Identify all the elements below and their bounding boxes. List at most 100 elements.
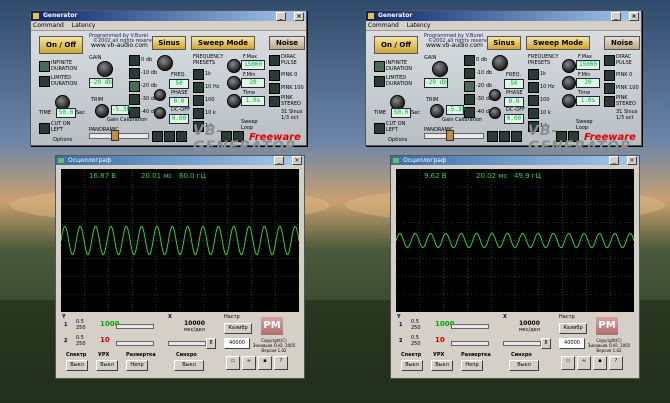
- sinus-mode-button-3[interactable]: [176, 131, 187, 142]
- sync-off-button[interactable]: Выкл: [174, 360, 204, 371]
- phase-knob[interactable]: [154, 89, 166, 101]
- dirac-pulse-button[interactable]: [604, 55, 615, 66]
- noise-button[interactable]: Noise: [269, 36, 305, 50]
- sweep-mode-button[interactable]: Sweep Mode: [191, 36, 255, 50]
- spectrum-off-button[interactable]: Выкл: [66, 360, 88, 371]
- save-icon[interactable]: ▪: [258, 356, 272, 370]
- options-button[interactable]: Options: [388, 137, 407, 143]
- chart-icon[interactable]: ≈: [577, 356, 591, 370]
- pink100-button[interactable]: [269, 83, 280, 94]
- sinus-mode-button-1[interactable]: [152, 131, 163, 142]
- sweep-time-knob[interactable]: [227, 94, 241, 108]
- panoramic-slider[interactable]: [89, 133, 149, 139]
- db-10-button[interactable]: [464, 68, 475, 79]
- db-20-button[interactable]: [129, 81, 140, 92]
- scope-minimize-icon[interactable]: _: [609, 156, 619, 165]
- fmin-knob[interactable]: [227, 76, 241, 90]
- freq-response-off-button[interactable]: Выкл: [431, 360, 453, 371]
- ch1-slider[interactable]: [451, 324, 489, 329]
- minimize-icon[interactable]: _: [276, 12, 286, 21]
- help-icon[interactable]: ?: [609, 356, 623, 370]
- freq-knob[interactable]: [492, 55, 508, 71]
- sinus-button[interactable]: Sinus: [152, 36, 186, 50]
- oscilloscope-titlebar[interactable]: Осциллограф _ ×: [56, 156, 304, 165]
- sync-off-button[interactable]: Выкл: [509, 360, 539, 371]
- ch2-slider[interactable]: [116, 341, 154, 346]
- oscilloscope-titlebar[interactable]: Осциллограф _ ×: [391, 156, 639, 165]
- rate-select[interactable]: 40000: [559, 338, 585, 349]
- pink100-button[interactable]: [604, 83, 615, 94]
- sinus-mode-button-2[interactable]: [164, 131, 175, 142]
- sweep-continuous-button[interactable]: Непр: [461, 360, 483, 371]
- phase-knob[interactable]: [489, 89, 501, 101]
- ch1-slider[interactable]: [116, 324, 154, 329]
- cut-on-left-button[interactable]: [39, 123, 50, 134]
- db-0-button[interactable]: [464, 55, 475, 66]
- infinite-duration-button[interactable]: [39, 61, 50, 72]
- generator-titlebar[interactable]: Generator _ ×: [366, 11, 641, 21]
- infinite-duration-button[interactable]: [374, 61, 385, 72]
- sinus-mode-button-3[interactable]: [511, 131, 522, 142]
- preset-1k-button[interactable]: [193, 69, 204, 80]
- on-off-button[interactable]: On / Off: [374, 36, 418, 54]
- close-icon[interactable]: ×: [294, 12, 304, 21]
- dc-off-knob[interactable]: [489, 107, 501, 119]
- menu-latency[interactable]: Latency: [407, 22, 431, 29]
- trim-knob[interactable]: [95, 104, 109, 118]
- limited-duration-button[interactable]: [374, 76, 385, 87]
- sweep-mode-button[interactable]: Sweep Mode: [526, 36, 590, 50]
- generator-titlebar[interactable]: Generator _ ×: [31, 11, 306, 21]
- minimize-icon[interactable]: _: [611, 12, 621, 21]
- panoramic-handle[interactable]: [111, 130, 119, 141]
- chart-icon[interactable]: ≈: [242, 356, 256, 370]
- preset-10k-button[interactable]: [528, 108, 539, 119]
- sinus-button[interactable]: Sinus: [487, 36, 521, 50]
- x-button-8[interactable]: 8: [541, 338, 551, 349]
- menu-command[interactable]: Command: [33, 22, 64, 29]
- sweep-continuous-button[interactable]: Непр: [126, 360, 148, 371]
- preset-10hz-button[interactable]: [528, 82, 539, 93]
- panoramic-handle[interactable]: [446, 130, 454, 141]
- pink0-button[interactable]: [269, 70, 280, 81]
- ch2-slider[interactable]: [451, 341, 489, 346]
- save-icon[interactable]: ▪: [593, 356, 607, 370]
- db-30-button[interactable]: [129, 94, 140, 105]
- help-icon[interactable]: ?: [274, 356, 288, 370]
- sinus-mode-button-2[interactable]: [499, 131, 510, 142]
- panoramic-slider[interactable]: [424, 133, 484, 139]
- x-button-8[interactable]: 8: [206, 338, 216, 349]
- preset-10k-button[interactable]: [193, 108, 204, 119]
- limited-duration-button[interactable]: [39, 76, 50, 87]
- pink-stereo-button[interactable]: [269, 96, 280, 107]
- calibrate-button[interactable]: Калибр: [559, 323, 587, 334]
- db-0-button[interactable]: [129, 55, 140, 66]
- db-10-button[interactable]: [129, 68, 140, 79]
- menu-command[interactable]: Command: [368, 22, 399, 29]
- dirac-pulse-button[interactable]: [269, 55, 280, 66]
- db-20-button[interactable]: [464, 81, 475, 92]
- gain-knob[interactable]: [432, 61, 448, 77]
- menu-latency[interactable]: Latency: [72, 22, 96, 29]
- db-30-button[interactable]: [464, 94, 475, 105]
- fmax-knob[interactable]: [562, 59, 576, 73]
- pink-stereo-button[interactable]: [604, 96, 615, 107]
- close-icon[interactable]: ×: [629, 12, 639, 21]
- folder-icon[interactable]: ▭: [226, 356, 240, 370]
- scope-close-icon[interactable]: ×: [627, 156, 637, 165]
- sinus-mode-button-1[interactable]: [487, 131, 498, 142]
- options-button[interactable]: Options: [53, 137, 72, 143]
- freq-knob[interactable]: [157, 55, 173, 71]
- preset-10hz-button[interactable]: [193, 82, 204, 93]
- preset-1k-button[interactable]: [528, 69, 539, 80]
- gain-knob[interactable]: [97, 61, 113, 77]
- trim-knob[interactable]: [430, 104, 444, 118]
- x-slider[interactable]: [503, 341, 541, 346]
- pink0-button[interactable]: [604, 70, 615, 81]
- scope-close-icon[interactable]: ×: [292, 156, 302, 165]
- preset-100-button[interactable]: [193, 95, 204, 106]
- fmin-knob[interactable]: [562, 76, 576, 90]
- spectrum-off-button[interactable]: Выкл: [401, 360, 423, 371]
- dc-off-knob[interactable]: [154, 107, 166, 119]
- cut-on-left-button[interactable]: [374, 123, 385, 134]
- x-slider[interactable]: [168, 341, 206, 346]
